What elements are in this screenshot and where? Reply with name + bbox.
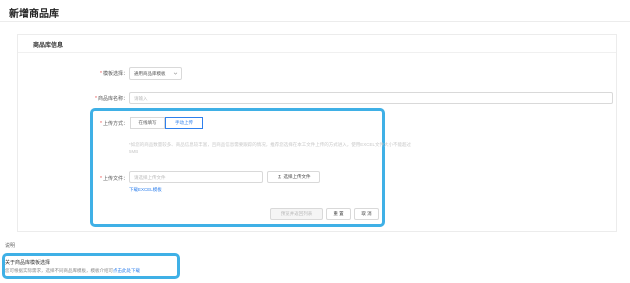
upload-file-label-text: 上传文件： <box>102 176 128 182</box>
name-input-placeholder: 请输入 <box>134 96 148 101</box>
chevron-down-icon <box>173 72 178 75</box>
choose-file-button[interactable]: 选择上传文件 <box>267 171 320 183</box>
preview-button[interactable]: 预览并返回列表 <box>270 208 323 220</box>
name-label-text: 商品库名称： <box>97 96 128 102</box>
name-input[interactable]: 请输入 <box>129 92 613 104</box>
card-header: 商品库信息 <box>18 35 616 53</box>
tab-manual-upload[interactable]: 手动上传 <box>165 117 203 129</box>
upload-method-label-text: 上传方式： <box>102 121 128 127</box>
upload-icon <box>277 174 281 179</box>
choose-file-label: 选择上传文件 <box>283 174 311 179</box>
cancel-button[interactable]: 取 消 <box>354 208 379 220</box>
template-select[interactable]: 通用商品库模板 <box>129 67 182 80</box>
note-title: 关于商品库模板选择 <box>5 260 51 266</box>
title-divider <box>0 21 630 22</box>
template-select-value: 通用商品库模板 <box>134 71 166 76</box>
notes-section-label: 说明 <box>5 243 16 249</box>
upload-file-label: *上传文件： <box>100 176 128 182</box>
upload-method-label: *上传方式： <box>100 121 128 127</box>
highlight-frame-note <box>2 253 180 279</box>
template-label-text: 模板选择： <box>102 71 128 77</box>
reset-button[interactable]: 重 置 <box>326 208 351 220</box>
tab-online-fill[interactable]: 在线填写 <box>130 117 165 129</box>
card-title: 商品库信息 <box>33 43 64 49</box>
page-title: 新增商品库 <box>9 9 59 20</box>
note-text-body: 您可根据实际需求，选择不同商品库模板，模板介绍可 <box>5 268 113 273</box>
note-text: 您可根据实际需求，选择不同商品库模板，模板介绍可点击此处下载 <box>5 268 140 274</box>
upload-hint: *如您的商品数量较多、商品信息较丰富，且商品信息需要跟踪的情况，推荐您选择在本工… <box>129 142 412 154</box>
note-download-link[interactable]: 点击此处下载 <box>113 268 140 273</box>
name-label: *商品库名称： <box>95 96 128 102</box>
download-template-link[interactable]: 下载EXCEL模板 <box>129 187 162 193</box>
upload-file-input[interactable]: 请选择上传文件 <box>129 171 263 183</box>
template-label: *模板选择： <box>100 71 128 77</box>
upload-file-placeholder: 请选择上传文件 <box>134 175 166 180</box>
